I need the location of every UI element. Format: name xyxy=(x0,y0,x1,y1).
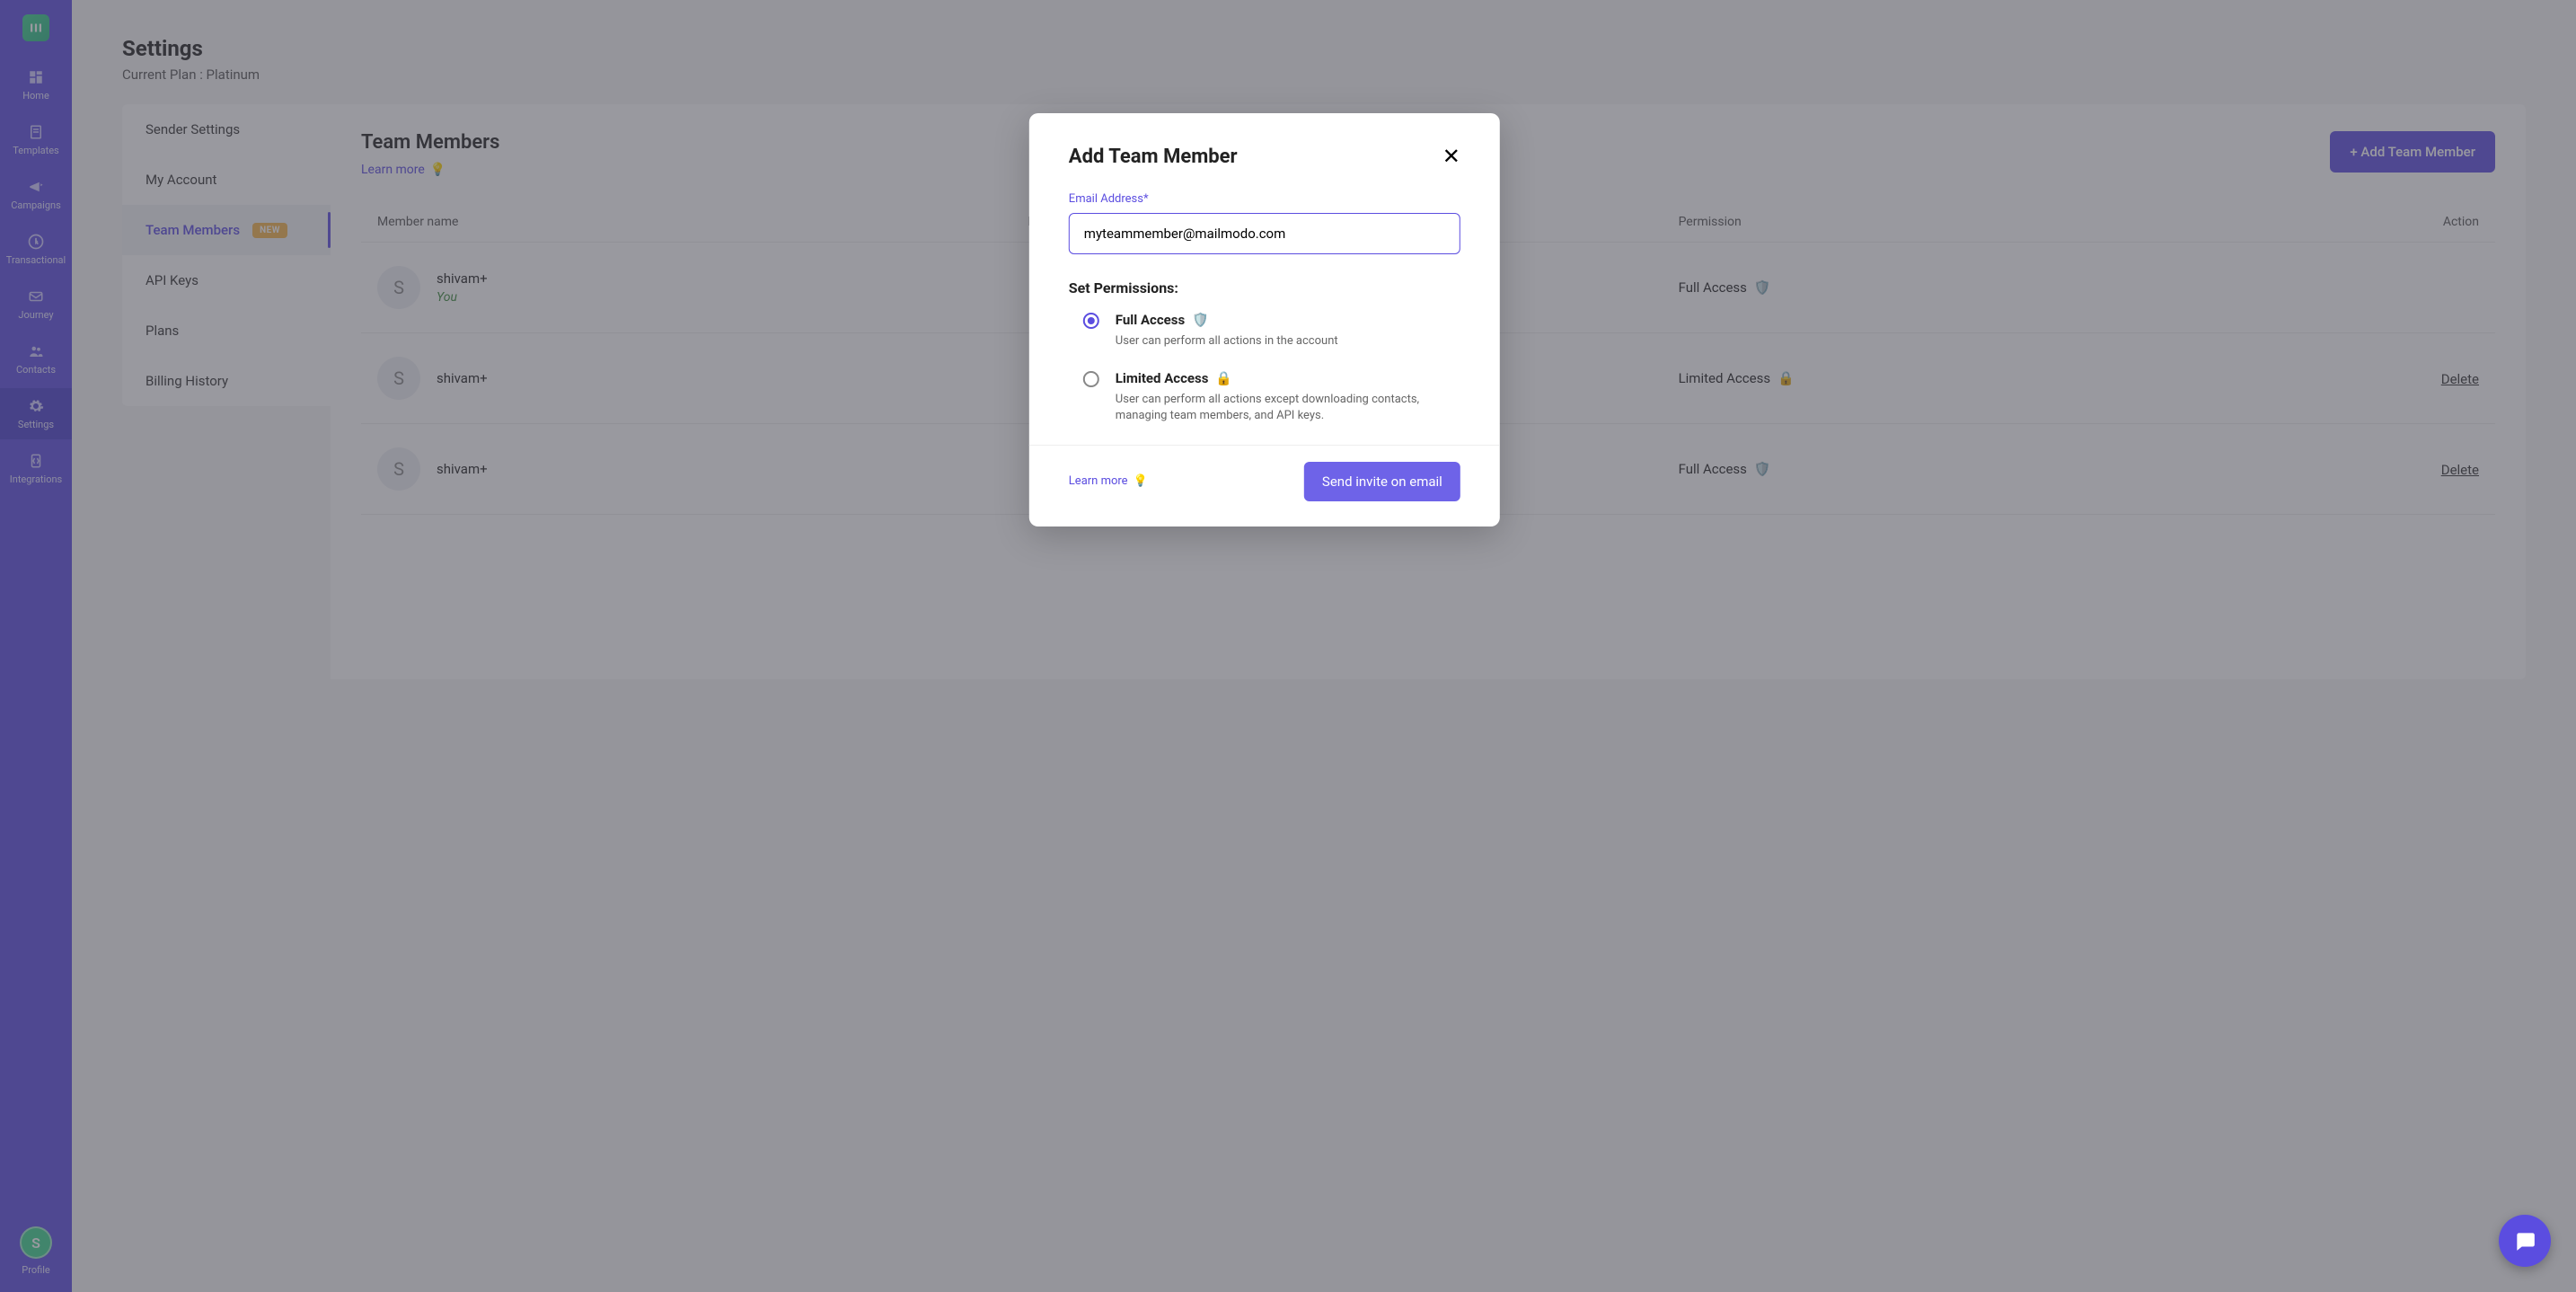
lightbulb-icon: 💡 xyxy=(1134,474,1148,488)
radio-indicator xyxy=(1083,371,1099,387)
radio-limited-access[interactable]: Limited Access 🔒 User can perform all ac… xyxy=(1083,369,1460,424)
modal-title: Add Team Member xyxy=(1069,146,1238,168)
shield-icon: 🛡️ xyxy=(1192,312,1209,328)
close-icon[interactable]: ✕ xyxy=(1442,144,1460,169)
permissions-title: Set Permissions: xyxy=(1069,279,1460,296)
radio-indicator xyxy=(1083,313,1099,329)
radio-full-access[interactable]: Full Access 🛡️ User can perform all acti… xyxy=(1083,311,1460,350)
chat-icon xyxy=(2513,1229,2536,1252)
chat-fab[interactable] xyxy=(2499,1215,2551,1267)
add-team-member-modal: Add Team Member ✕ Email Address* Set Per… xyxy=(1029,113,1500,527)
radio-desc: User can perform all actions in the acco… xyxy=(1116,333,1338,350)
radio-desc: User can perform all actions except down… xyxy=(1116,392,1421,424)
permissions-group: Full Access 🛡️ User can perform all acti… xyxy=(1069,311,1460,425)
email-label: Email Address* xyxy=(1069,192,1460,206)
lock-icon: 🔒 xyxy=(1215,370,1232,386)
send-invite-button[interactable]: Send invite on email xyxy=(1304,462,1460,501)
email-field[interactable] xyxy=(1069,213,1460,254)
modal-learn-more[interactable]: Learn more 💡 xyxy=(1069,474,1148,488)
